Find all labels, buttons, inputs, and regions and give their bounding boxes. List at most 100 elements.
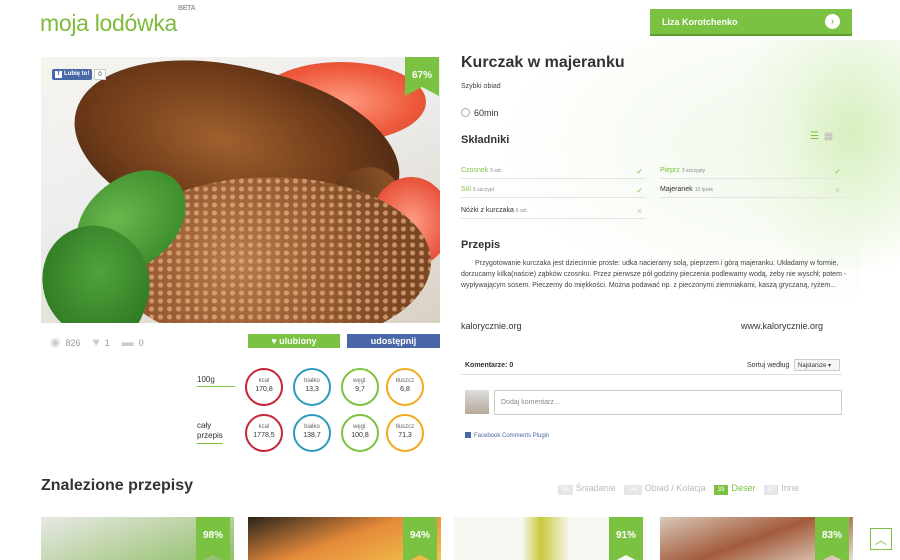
nutrition-value: 71,3: [398, 432, 412, 439]
comments-count-label: Komentarze: 0: [465, 362, 514, 369]
share-button[interactable]: udostępnij: [347, 334, 440, 348]
recipe-time: 60min: [461, 108, 499, 118]
method-text: Przygotowanie kurczaka jest dziecinnie p…: [461, 260, 847, 289]
ingredient-amount: 5 szczypt: [473, 187, 494, 193]
arrow-right-icon: ›: [825, 14, 840, 29]
recipe-card[interactable]: 98%: [41, 517, 234, 560]
clock-icon: [461, 108, 470, 117]
fb-like-count: 0: [94, 69, 106, 80]
filter-0[interactable]: 59 Śniadanie: [558, 483, 616, 495]
user-name: Liza Korotchenko: [662, 17, 738, 27]
nutrition-label: kcal: [258, 424, 270, 430]
ingredient-divider: [461, 178, 646, 179]
fb-like-widget[interactable]: f Lubię to! 0: [52, 69, 106, 80]
background-image-accent: [740, 40, 900, 270]
filter-2[interactable]: 39 Deser: [713, 483, 756, 495]
comment-icon: ▬: [121, 335, 134, 349]
nutrition-protein-circle: białko 13,3: [293, 368, 331, 406]
filter-1[interactable]: 144 Obiad / Kolacja: [623, 483, 706, 495]
recipe-time-value: 60min: [474, 108, 499, 118]
filter-label: Obiad / Kolacja: [644, 483, 706, 493]
match-badge: 94%: [403, 517, 437, 560]
found-recipes-title: Znalezione przepisy: [41, 477, 194, 494]
logo[interactable]: moja lodówkaBETA: [40, 5, 196, 37]
cross-icon: ✕: [834, 186, 841, 195]
cross-icon: ✕: [636, 207, 643, 216]
nutrition-kcal-circle: kcal 1778,5: [245, 414, 283, 452]
nutrition-label: białko: [304, 378, 320, 384]
view-toggle[interactable]: ☰ ▦: [810, 131, 834, 142]
match-badge: 67%: [405, 57, 439, 96]
facebook-icon: f: [55, 71, 62, 78]
ingredient-name: Czosnek: [461, 167, 489, 174]
recipe-card[interactable]: 91%: [454, 517, 647, 560]
logo-text: moja lodówka: [40, 10, 178, 36]
check-icon: ✓: [834, 167, 841, 176]
scroll-top-button[interactable]: ︿: [870, 528, 892, 550]
filter-3[interactable]: 37 Inne: [763, 483, 799, 495]
ingredient-amount: 6 szt.: [515, 208, 528, 214]
fb-like-label: Lubię to!: [64, 71, 90, 77]
category-filters: 59 Śniadanie 144 Obiad / Kolacja 39 Deser 37 In…: [558, 483, 799, 495]
beta-badge: BETA: [178, 5, 196, 13]
user-menu-button[interactable]: Liza Korotchenko ›: [650, 9, 852, 36]
recipe-card[interactable]: 94%: [248, 517, 441, 560]
recipe-card[interactable]: 83%: [660, 517, 853, 560]
nutrition-row-label-100g: 100g: [197, 375, 235, 387]
nutrition-value: 170,8: [255, 386, 273, 393]
fb-comments-plugin-link[interactable]: Facebook Comments Plugin: [465, 432, 549, 439]
likes-count: 1: [104, 338, 110, 348]
nutrition-kcal-circle: kcal 170,8: [245, 368, 283, 406]
grid-view-icon[interactable]: ▦: [824, 131, 834, 142]
ingredient-divider: [660, 178, 845, 179]
check-icon: ✓: [636, 167, 643, 176]
comments-stat: ▬ 0: [122, 335, 144, 349]
nutrition-fat-circle: tłuszcz 71,3: [386, 414, 424, 452]
method-title: Przepis: [461, 239, 501, 251]
list-view-icon[interactable]: ☰: [810, 131, 820, 142]
nutrition-value: 1778,5: [253, 432, 275, 439]
filter-count: 39: [713, 485, 729, 495]
match-badge: 98%: [196, 517, 230, 560]
filter-count: 37: [763, 485, 779, 495]
nutrition-carbs-circle: węgl. 100,8: [341, 414, 379, 452]
filter-count: 59: [558, 485, 573, 495]
recipe-stats: ◉ 826 ♥ 1 ▬ 0: [50, 335, 144, 349]
source-name: kalorycznie.org: [461, 321, 522, 331]
facebook-icon: [465, 432, 471, 438]
ingredient-divider: [461, 197, 646, 198]
nutrition-value: 13,3: [305, 386, 319, 393]
nutrition-label: węgl.: [352, 424, 367, 430]
match-badge: 91%: [609, 517, 643, 560]
nutrition-label: kcal: [258, 378, 270, 384]
fb-plugin-label: Facebook Comments Plugin: [474, 433, 550, 439]
views-count: 826: [65, 338, 81, 348]
filter-label: Inne: [781, 483, 799, 493]
sort-select[interactable]: Najstarsze ▾: [794, 359, 840, 371]
comment-input[interactable]: Dodaj komentarz...: [494, 390, 842, 415]
nutrition-label: węgl.: [352, 378, 367, 384]
check-icon: ✓: [636, 186, 643, 195]
filter-label: Śniadanie: [575, 483, 616, 493]
ingredient-amount: 10 łyżek: [694, 187, 714, 193]
recipe-title: Kurczak w majeranku: [461, 54, 625, 71]
ingredient-name: Sól: [461, 186, 472, 193]
nutrition-row-label-whole: cały przepis: [197, 421, 223, 444]
favorite-button[interactable]: ♥ ulubiony: [248, 334, 340, 348]
recipe-photo: [41, 57, 440, 323]
ingredient-name: Pieprz: [660, 167, 680, 174]
nutrition-fat-circle: tłuszcz 6,8: [386, 368, 424, 406]
nutrition-carbs-circle: węgl. 9,7: [341, 368, 379, 406]
recipe-category: Szybki obiad: [461, 83, 501, 90]
fb-like-button[interactable]: f Lubię to!: [52, 69, 93, 80]
avatar: [465, 390, 489, 414]
likes-stat: ♥ 1: [93, 335, 110, 349]
comments-header: Komentarze: 0 Sortuj według Najstarsze ▾: [461, 357, 842, 375]
nutrition-value: 6,8: [400, 386, 410, 393]
ingredient-name: Nóżki z kurczaka: [461, 207, 514, 214]
ingredients-title: Składniki: [461, 134, 510, 146]
sort-label: Sortuj według: [747, 362, 790, 369]
source-link[interactable]: www.kalorycznie.org: [741, 321, 823, 331]
nutrition-label: tłuszcz: [395, 424, 415, 430]
nutrition-value: 138,7: [303, 432, 321, 439]
